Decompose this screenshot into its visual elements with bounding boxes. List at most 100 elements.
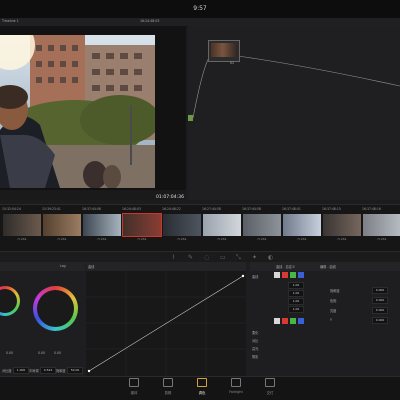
channel-b-chip[interactable] <box>298 272 304 278</box>
clip-thumbnail[interactable]: 16:24:48:03 H.264 <box>122 206 162 248</box>
clip-timecode: 16:27:44:58 <box>202 207 221 211</box>
row-value-3[interactable]: 1.00 <box>288 298 304 305</box>
side-label-1: 饱和度 <box>330 289 340 293</box>
clip-thumbnail[interactable]: 16:37:48:15 H.264 <box>322 206 362 248</box>
footer-value-1[interactable]: 1.000 <box>13 367 29 374</box>
row-label-1: 曲线 <box>252 275 259 279</box>
magic-icon[interactable]: ✦ <box>252 254 257 261</box>
clip-codec: H.264 <box>297 237 307 241</box>
clip-codec: H.264 <box>377 237 387 241</box>
nav-label: 交付 <box>266 391 274 395</box>
custom-curves-title: 曲线 - 自定义 <box>276 265 296 269</box>
footer-label-2: 中间调 <box>29 369 39 373</box>
nav-label: 剪辑 <box>164 391 172 395</box>
nav-item[interactable]: 交付 <box>257 378 283 395</box>
window-icon[interactable]: ▭ <box>220 254 226 261</box>
curve-tool-icon[interactable]: ⌇ <box>172 254 175 261</box>
clip-thumbnail[interactable]: 15:32:04:24 H.264 <box>2 206 42 248</box>
nav-page-icon <box>163 378 173 387</box>
wheel-value-2: 0.00 <box>38 351 46 355</box>
clip-timecode: 16:37:48:16 <box>362 207 381 211</box>
clip-image[interactable] <box>122 213 162 237</box>
pen-tool-icon[interactable]: ✎ <box>188 254 193 261</box>
footer-value-3[interactable]: 50.00 <box>67 367 83 374</box>
clip-image[interactable] <box>283 214 321 236</box>
clip-image[interactable] <box>323 214 361 236</box>
clip-image[interactable] <box>83 214 121 236</box>
clip-thumbnail[interactable]: 15:39:23:41 H.264 <box>42 206 82 248</box>
clip-image[interactable] <box>243 214 281 236</box>
source-timecode: 16:24:48:03 <box>140 19 160 23</box>
clip-thumbnail[interactable]: 16:27:44:58 H.264 <box>202 206 242 248</box>
curves-title: 曲线 <box>88 265 95 269</box>
nav-item[interactable]: Fairlight <box>223 378 249 394</box>
clip-timecode: 16:37:48:01 <box>282 207 301 211</box>
clip-thumbnail[interactable]: 16:37:48:16 H.264 <box>362 206 400 248</box>
mix-label-1: 柔化 <box>252 331 259 335</box>
curve-graph[interactable] <box>86 271 246 376</box>
channel-g-chip[interactable] <box>290 272 296 278</box>
clip-timecode: 16:24:46:22 <box>162 207 181 211</box>
footer-value-2[interactable]: 0.524 <box>40 367 56 374</box>
tracker-icon[interactable]: ⤡ <box>236 254 241 262</box>
mix-r-chip[interactable] <box>282 318 288 324</box>
nav-item[interactable]: 媒体 <box>121 378 147 395</box>
side-value-2[interactable]: 0.000 <box>372 297 388 304</box>
clip-image[interactable] <box>363 214 400 236</box>
custom-curves-header: 曲线 - 自定义 编辑 - 曲线 <box>250 262 400 271</box>
clip-thumbnail[interactable]: 16:37:48:01 H.264 <box>282 206 322 248</box>
mix-b-chip[interactable] <box>298 318 304 324</box>
nav-item[interactable]: 调色 <box>189 378 215 395</box>
clip-codec: H.264 <box>257 237 267 241</box>
clip-timecode: 15:32:04:24 <box>2 207 21 211</box>
resolve-app: 9:57 Timeline 1 16:24:48:03 01:07:04:36 … <box>0 0 400 400</box>
blur-icon[interactable]: ◐ <box>268 254 273 261</box>
mix-y-chip[interactable] <box>274 318 280 324</box>
clip-codec: H.264 <box>217 237 227 241</box>
clip-codec: H.264 <box>337 237 347 241</box>
wheels-header: Log <box>0 262 85 271</box>
side-value-4[interactable]: 0.000 <box>372 317 388 324</box>
wheels-title[interactable]: Log <box>60 264 66 268</box>
mix-g-chip[interactable] <box>290 318 296 324</box>
palette-toolbar <box>160 252 400 262</box>
curves-header: 曲线 <box>86 262 246 271</box>
row-value-1[interactable]: 1.00 <box>288 282 304 289</box>
side-label-3: 亮度 <box>330 309 337 313</box>
side-value-1[interactable]: 0.000 <box>372 287 388 294</box>
viewer-timecode: 01:07:04:36 <box>155 195 184 200</box>
footer-label-3: 饱和度 <box>56 369 66 373</box>
clip-codec: H.264 <box>137 237 147 241</box>
clip-codec: H.264 <box>17 237 27 241</box>
node-input-icon[interactable] <box>188 115 193 121</box>
clip-thumbnail[interactable]: 16:24:46:22 H.264 <box>162 206 202 248</box>
clip-image[interactable] <box>3 214 41 236</box>
nav-item[interactable]: 剪辑 <box>155 378 181 395</box>
row-value-4[interactable]: 1.00 <box>288 306 304 313</box>
channel-y-chip[interactable] <box>274 272 280 278</box>
side-value-3[interactable]: 0.000 <box>372 307 388 314</box>
clip-timecode: 15:39:23:41 <box>42 207 61 211</box>
node-thumbnail <box>211 43 237 57</box>
row-value-2[interactable]: 1.00 <box>288 290 304 297</box>
clip-thumbnail[interactable]: 16:37:44:08 H.264 <box>82 206 122 248</box>
channel-r-chip[interactable] <box>282 272 288 278</box>
clip-timecode: 16:37:44:58 <box>242 207 261 211</box>
color-node[interactable] <box>208 40 240 62</box>
clip-codec: H.264 <box>57 237 67 241</box>
clip-thumbnail[interactable]: 16:37:44:58 H.264 <box>242 206 282 248</box>
nav-label: Fairlight <box>229 390 243 394</box>
nav-label: 媒体 <box>130 391 138 395</box>
qualifier-icon[interactable]: ◌ <box>204 254 209 261</box>
color-wheel-gamma[interactable] <box>33 286 78 331</box>
video-frame <box>0 35 155 188</box>
nav-page-icon <box>197 378 207 387</box>
clip-image[interactable] <box>203 214 241 236</box>
clip-image[interactable] <box>163 214 201 236</box>
clip-codec: H.264 <box>177 237 187 241</box>
timeline-name[interactable]: Timeline 1 <box>2 19 19 23</box>
clip-image[interactable] <box>43 214 81 236</box>
footer-label-1: 对比度 <box>2 369 12 373</box>
clip-codec: H.264 <box>97 237 107 241</box>
window-title: 9:57 <box>193 5 207 12</box>
